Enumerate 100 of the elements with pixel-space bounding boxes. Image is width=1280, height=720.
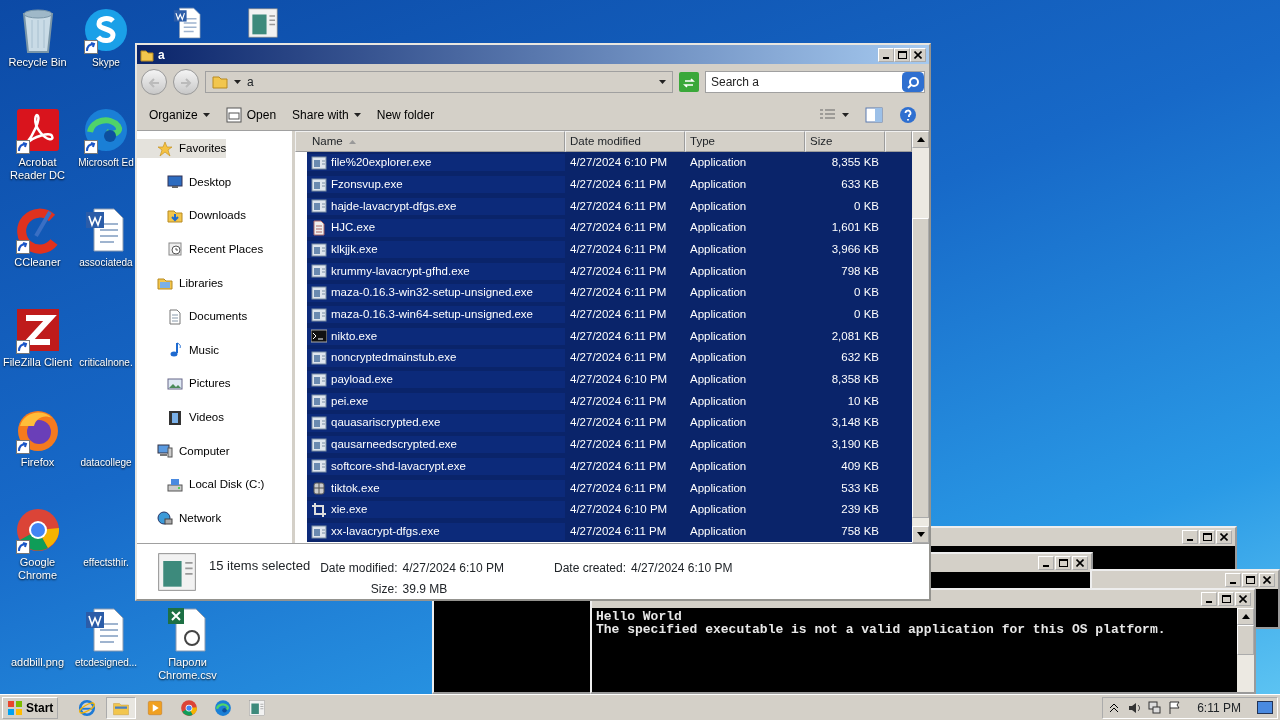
file-row[interactable]: softcore-shd-lavacrypt.exe 4/27/2024 6:11 PM Application 409 KB [307, 455, 912, 478]
table-cell: xx-lavacrypt-dfgs.exe [307, 522, 565, 541]
search-button[interactable] [902, 72, 924, 92]
file-row[interactable]: hajde-lavacrypt-dfgs.exe 4/27/2024 6:11 PM Application 0 KB [307, 195, 912, 218]
close-button[interactable] [1235, 592, 1251, 606]
desktop-icon[interactable]: CCleaner [0, 206, 75, 284]
desktop-icon[interactable]: datacollege [77, 406, 135, 484]
toolbar-button[interactable]: Open [219, 104, 283, 126]
file-row[interactable]: xie.exe 4/27/2024 6:10 PM Application 239 KB [307, 499, 912, 521]
file-row[interactable]: tiktok.exe 4/27/2024 6:11 PM Application 533 KB [307, 477, 912, 499]
menu-button[interactable]: Organize [143, 104, 216, 126]
desktop-icon[interactable]: addbill.png [0, 606, 75, 684]
forward-arrow-icon [179, 75, 193, 90]
nav-item[interactable]: Music [137, 340, 220, 360]
desktop-icon[interactable]: associateda [77, 206, 135, 284]
file-row[interactable]: payload.exe 4/27/2024 6:10 PM Application 8,358 KB [307, 368, 912, 391]
minimize-button[interactable] [878, 47, 894, 62]
minimize-button[interactable] [1201, 592, 1217, 606]
nav-item[interactable]: Favorites [137, 139, 227, 158]
detail-value: 4/27/2024 6:10 PM [631, 560, 733, 577]
nav-item[interactable]: Pictures [137, 374, 231, 394]
nav-item[interactable]: Libraries [137, 273, 224, 293]
film-icon [167, 409, 183, 426]
selection-summary: 15 items selected [209, 557, 311, 575]
taskbar-button[interactable] [106, 696, 137, 719]
file-row[interactable]: nikto.exe 4/27/2024 6:11 PM Application 2,081 KB [307, 325, 912, 348]
scroll-down-button[interactable] [912, 526, 929, 543]
close-button[interactable] [1216, 530, 1232, 544]
desktop-icon[interactable]: Recycle Bin [0, 6, 75, 84]
console-icon [311, 328, 327, 345]
close-button[interactable] [910, 47, 926, 62]
menu-button[interactable]: Share with [286, 104, 367, 126]
file-row[interactable]: HJC.exe 4/27/2024 6:11 PM Application 1,601 KB [307, 217, 912, 239]
nav-item[interactable]: Network [137, 509, 222, 529]
nav-item[interactable]: Downloads [137, 206, 246, 226]
file-row[interactable]: klkjjk.exe 4/27/2024 6:11 PM Application 3,966 KB [307, 238, 912, 261]
table-cell-text: Application [689, 285, 748, 301]
desktop-icon[interactable]: FileZilla Client [0, 306, 75, 384]
desktop-icon[interactable]: Acrobat Reader DC [0, 106, 75, 184]
table-cell-text: 633 KB [840, 176, 880, 192]
scroll-up-button[interactable] [1237, 608, 1254, 625]
scroll-up-button[interactable] [912, 131, 929, 148]
file-row[interactable]: qausarneedscrypted.exe 4/27/2024 6:11 PM Application 3,190 KB [307, 433, 912, 456]
desktop-icon[interactable]: Skype [77, 6, 135, 84]
file-row[interactable]: qauasariscrypted.exe 4/27/2024 6:11 PM Application 3,148 KB [307, 412, 912, 434]
nav-item[interactable]: Local Disk (C:) [137, 475, 265, 495]
maximize-button[interactable] [1199, 530, 1215, 544]
app-icon [311, 415, 327, 432]
desktop-icon[interactable]: Firefox [0, 406, 75, 484]
maximize-button[interactable] [1242, 573, 1258, 587]
app-icon [311, 284, 327, 301]
maximize-button[interactable] [1218, 592, 1234, 606]
nav-item[interactable]: Computer [137, 441, 230, 461]
table-cell-text: 4/27/2024 6:11 PM [569, 415, 668, 431]
desktop-icon[interactable]: Microsoft Ed [77, 106, 135, 184]
file-row[interactable]: xx-lavacrypt-dfgs.exe 4/27/2024 6:11 PM Application 758 KB [307, 520, 912, 543]
address-bar[interactable]: a [205, 71, 673, 93]
nav-item[interactable]: Recent Places [137, 239, 264, 259]
desktop-icon[interactable]: etcdesigned... [77, 606, 135, 684]
nav-item[interactable]: Documents [137, 307, 248, 327]
minimize-button[interactable] [1225, 573, 1241, 587]
file-row[interactable]: pei.exe 4/27/2024 6:11 PM Application 10 KB [307, 390, 912, 413]
nav-item[interactable]: Videos [137, 408, 224, 428]
search-box[interactable]: Search a [705, 71, 925, 93]
file-row[interactable]: krummy-lavacrypt-gfhd.exe 4/27/2024 6:11 PM Application 798 KB [307, 260, 912, 283]
desktop-icon[interactable]: Пароли Chrome.csv [150, 606, 225, 684]
maximize-button[interactable] [894, 47, 910, 62]
start-button[interactable]: Start [2, 696, 59, 719]
close-button[interactable] [1259, 573, 1275, 587]
window-title: a [158, 46, 165, 64]
tray-icon-button[interactable] [1167, 698, 1182, 717]
close-button[interactable] [1072, 556, 1088, 570]
file-row[interactable]: file%20explorer.exe 4/27/2024 6:10 PM Application 8,355 KB [307, 152, 912, 174]
table-cell-text: 3,190 KB [830, 437, 880, 453]
search-field[interactable]: Search a [706, 73, 902, 91]
nav-item[interactable]: Desktop [137, 172, 232, 192]
desktop-icon[interactable]: effectsthir. [77, 506, 135, 584]
minimize-button[interactable] [1038, 556, 1054, 570]
column-header[interactable]: Name [295, 131, 565, 152]
maximize-icon [1058, 559, 1068, 567]
column-header[interactable]: Type [685, 131, 805, 152]
flag-icon [1167, 700, 1182, 717]
column-header[interactable]: Size [805, 131, 885, 152]
up-arrow-icon [916, 137, 925, 142]
desktop-icon[interactable]: Google Chrome [0, 506, 75, 584]
table-cell-text: Application [689, 155, 748, 171]
column-header[interactable]: Date modified [565, 131, 685, 152]
file-row[interactable]: Fzonsvup.exe 4/27/2024 6:11 PM Application 633 KB [307, 173, 912, 196]
windows-logo-icon [7, 699, 23, 716]
file-row[interactable]: maza-0.16.3-win32-setup-unsigned.exe 4/27/2024 6:11 PM Application 0 KB [307, 282, 912, 304]
minimize-icon [1230, 582, 1236, 584]
scrollbar-thumb[interactable] [1237, 625, 1254, 655]
file-row[interactable]: noncryptedmainstub.exe 4/27/2024 6:11 PM Application 632 KB [307, 347, 912, 369]
maximize-button[interactable] [1055, 556, 1071, 570]
toolbar-button[interactable]: New folder [370, 104, 441, 126]
desktop-icon[interactable]: criticalnone. [77, 306, 135, 384]
file-row[interactable]: maza-0.16.3-win64-setup-unsigned.exe 4/27/2024 6:11 PM Application 0 KB [307, 303, 912, 326]
minimize-button[interactable] [1182, 530, 1198, 544]
scrollbar-thumb[interactable] [912, 218, 929, 518]
show-desktop-button[interactable] [1257, 698, 1273, 717]
